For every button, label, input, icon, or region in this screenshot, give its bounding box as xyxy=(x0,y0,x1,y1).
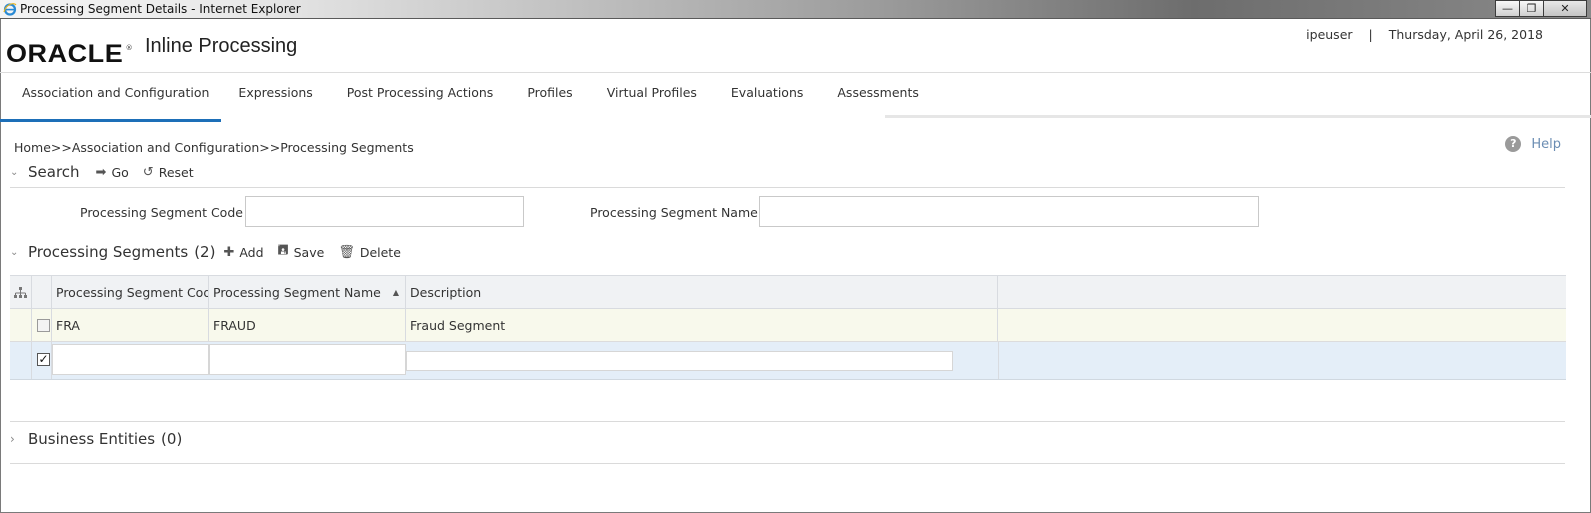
help-link[interactable]: ? Help xyxy=(1505,136,1561,152)
chevron-right-icon[interactable]: › xyxy=(10,432,24,446)
row-spacer xyxy=(10,342,32,379)
segments-title[interactable]: Processing Segments xyxy=(28,243,188,261)
plus-icon: ✚ xyxy=(223,244,235,260)
go-label: Go xyxy=(111,164,129,180)
column-header-code[interactable]: Processing Segment Code xyxy=(52,276,209,308)
window-title: Processing Segment Details - Internet Ex… xyxy=(20,2,301,16)
cell-description: Fraud Segment xyxy=(406,309,998,341)
table-row-editing[interactable]: ✓ xyxy=(10,342,1566,380)
go-button[interactable]: ➡ Go xyxy=(96,165,129,180)
delete-label: Delete xyxy=(359,244,401,260)
sort-ascending-icon[interactable]: ▲ xyxy=(393,276,399,308)
row-checkbox-checked[interactable]: ✓ xyxy=(37,353,50,366)
window-titlebar: Processing Segment Details - Internet Ex… xyxy=(0,0,1591,19)
column-divider xyxy=(998,342,999,379)
row-checkbox[interactable] xyxy=(37,319,50,332)
user-info-separator: | xyxy=(1368,27,1373,42)
new-segment-name-input[interactable] xyxy=(209,344,406,375)
column-header-name-label: Processing Segment Name xyxy=(213,285,381,300)
tab-expressions[interactable]: Expressions xyxy=(221,73,329,122)
maximize-button[interactable]: ❐ xyxy=(1519,0,1544,17)
reset-button[interactable]: ↺ Reset xyxy=(143,165,194,180)
select-column-header xyxy=(32,276,52,308)
tab-virtual-profiles[interactable]: Virtual Profiles xyxy=(590,73,714,122)
business-entities-title[interactable]: Business Entities xyxy=(28,430,155,448)
app-title: Inline Processing xyxy=(145,35,298,57)
user-info: ipeuser | Thursday, April 26, 2018 xyxy=(1306,27,1543,42)
table-header: Processing Segment Code Processing Segme… xyxy=(10,275,1566,309)
internet-explorer-icon xyxy=(3,3,17,16)
segments-divider xyxy=(10,421,1565,422)
tab-profiles[interactable]: Profiles xyxy=(510,73,589,122)
help-icon[interactable]: ? xyxy=(1505,136,1522,152)
cell-code: FRA xyxy=(52,309,209,341)
save-label: Save xyxy=(293,244,325,260)
registered-mark: ® xyxy=(125,44,133,52)
minimize-button[interactable]: — xyxy=(1495,0,1520,17)
row-select-cell xyxy=(32,309,52,341)
breadcrumb[interactable]: Home>>Association and Configuration>>Pro… xyxy=(14,140,414,155)
current-date: Thursday, April 26, 2018 xyxy=(1388,27,1543,42)
new-segment-code-input[interactable] xyxy=(52,344,209,375)
business-entities-divider xyxy=(10,463,1565,464)
cell-name: FRAUD xyxy=(209,309,406,341)
main-tabs: Association and Configuration Expression… xyxy=(0,73,936,122)
save-button[interactable]: 🖪 Save xyxy=(278,241,325,263)
add-button[interactable]: ✚ Add xyxy=(223,245,263,260)
segment-name-label: Processing Segment Name xyxy=(590,205,758,220)
search-title[interactable]: Search xyxy=(28,163,80,181)
tab-post-processing-actions[interactable]: Post Processing Actions xyxy=(330,73,511,122)
delete-button[interactable]: 🗑 Delete xyxy=(338,245,401,260)
segment-code-input[interactable] xyxy=(245,196,524,227)
username[interactable]: ipeuser xyxy=(1306,27,1352,42)
tab-evaluations[interactable]: Evaluations xyxy=(714,73,820,122)
reset-icon: ↺ xyxy=(142,164,154,180)
window-controls: — ❐ ✕ xyxy=(1495,0,1587,17)
column-header-name[interactable]: Processing Segment Name ▲ xyxy=(209,276,406,308)
trash-icon: 🗑 xyxy=(338,244,355,260)
business-entities-count: (0) xyxy=(161,430,183,448)
oracle-logo-text: ORACLE xyxy=(6,40,124,68)
hierarchy-icon[interactable] xyxy=(10,276,32,308)
tab-association-and-configuration[interactable]: Association and Configuration xyxy=(0,73,222,122)
close-button[interactable]: ✕ xyxy=(1543,0,1587,17)
tree-icon xyxy=(14,287,27,298)
segment-code-label: Processing Segment Code xyxy=(80,205,243,220)
column-header-description[interactable]: Description xyxy=(406,276,998,308)
chevron-down-icon[interactable]: ⌄ xyxy=(10,167,24,178)
oracle-logo: ORACLE ® xyxy=(6,40,133,69)
tabs-divider xyxy=(885,115,1591,118)
search-section-header: ⌄ Search ➡ Go ↺ Reset xyxy=(10,163,194,181)
row-select-cell: ✓ xyxy=(32,342,52,379)
business-entities-section-header: › Business Entities (0) xyxy=(10,430,182,448)
segments-count: (2) xyxy=(194,243,216,261)
segments-section-header: ⌄ Processing Segments (2) ✚ Add 🖪 Save 🗑… xyxy=(10,241,401,263)
segment-name-input[interactable] xyxy=(759,196,1259,227)
arrow-right-icon: ➡ xyxy=(95,164,107,180)
chevron-down-icon[interactable]: ⌄ xyxy=(10,247,24,258)
help-label[interactable]: Help xyxy=(1531,137,1561,152)
reset-label: Reset xyxy=(158,164,194,180)
new-segment-description-input[interactable] xyxy=(406,351,953,371)
floppy-disk-icon: 🖪 xyxy=(277,243,289,258)
row-spacer xyxy=(10,309,32,341)
search-divider xyxy=(10,187,1565,188)
add-label: Add xyxy=(239,244,264,260)
table-row[interactable]: FRA FRAUD Fraud Segment xyxy=(10,309,1566,342)
